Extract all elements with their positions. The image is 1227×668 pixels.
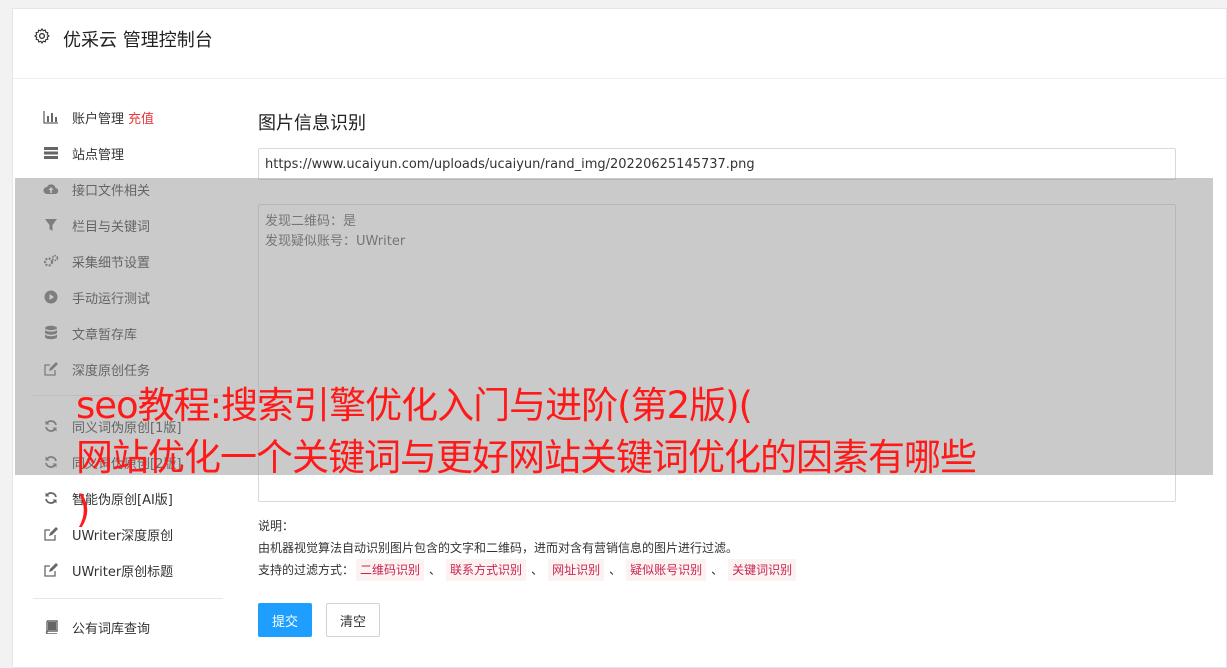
sidebar-item-account[interactable]: 账户管理 充值	[43, 105, 154, 129]
sidebar-item-label: 站点管理	[72, 147, 125, 163]
sidebar-item-label: UWriter原创标题	[72, 564, 174, 580]
sidebar-item-label: 账户管理	[72, 111, 125, 127]
filter-separator: 、	[609, 563, 622, 577]
gear-icon	[34, 28, 50, 44]
filter-tag: 关键词识别	[728, 559, 797, 581]
book-icon	[43, 619, 59, 635]
filter-tag: 网址识别	[548, 559, 605, 581]
sidebar-item-sites[interactable]: 站点管理	[43, 141, 124, 165]
sidebar-item-word-library[interactable]: 公有词库查询	[43, 615, 150, 639]
server-icon	[43, 145, 59, 161]
bar-chart-icon	[43, 109, 59, 125]
filter-separator: 、	[531, 563, 544, 577]
overlay-line: 网站优化一个关键词与更好网站关键词优化的因素有哪些	[76, 436, 977, 479]
sidebar-item-uwriter-title[interactable]: UWriter原创标题	[43, 558, 173, 582]
image-url-input[interactable]	[258, 148, 1176, 180]
filter-label: 支持的过滤方式：	[258, 563, 355, 577]
recharge-link[interactable]: 充值	[128, 108, 154, 127]
app-title: 优采云 管理控制台	[63, 30, 213, 51]
filter-methods: 支持的过滤方式： 二维码识别 、 联系方式识别 、 网址识别 、 疑似账号识别 …	[258, 559, 798, 581]
filter-separator: 、	[429, 563, 442, 577]
description-text: 由机器视觉算法自动识别图片包含的文字和二维码，进而对含有营销信息的图片进行过滤。	[258, 541, 739, 555]
overlay-headline: seo教程:搜索引擎优化入门与进阶(第2版)( 网站优化一个关键词与更好网站关键…	[76, 380, 977, 536]
submit-button[interactable]: 提交	[258, 603, 312, 637]
edit-icon	[43, 526, 59, 542]
filter-tag: 联系方式识别	[446, 559, 527, 581]
clear-button[interactable]: 清空	[326, 603, 380, 637]
page-title: 图片信息识别	[258, 113, 366, 134]
header: 优采云 管理控制台	[13, 9, 1226, 79]
sidebar-item-label: 公有词库查询	[72, 621, 151, 637]
filter-tag: 疑似账号识别	[626, 559, 707, 581]
sidebar-divider	[33, 598, 223, 599]
edit-icon	[43, 562, 59, 578]
refresh-icon	[43, 490, 59, 506]
filter-tag: 二维码识别	[356, 559, 425, 581]
overlay-line: seo教程:搜索引擎优化入门与进阶(第2版)(	[76, 384, 753, 427]
filter-separator: 、	[711, 563, 724, 577]
overlay-line: )	[76, 488, 90, 531]
